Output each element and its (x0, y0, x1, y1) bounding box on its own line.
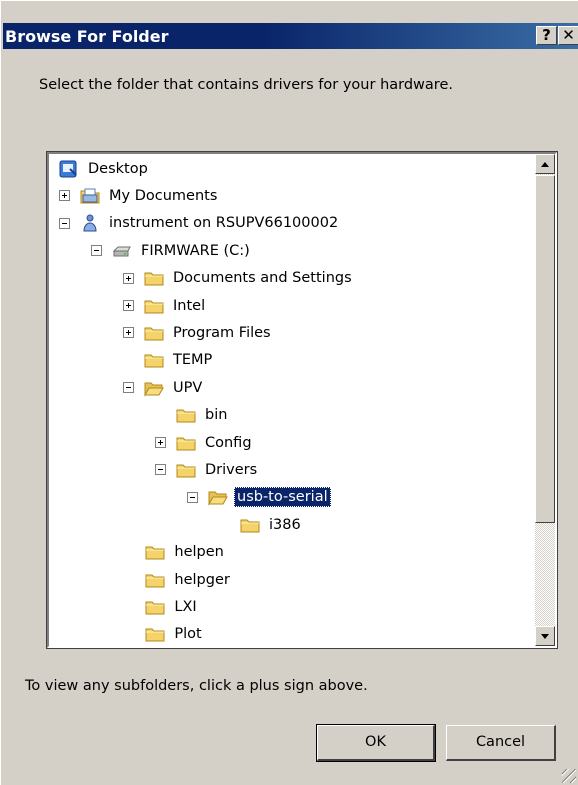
browse-for-folder-dialog: Browse For Folder ? ✕ Select the folder … (0, 0, 578, 785)
vertical-scrollbar[interactable] (535, 154, 555, 646)
tree-item[interactable]: instrument on RSUPV66100002 (59, 210, 341, 237)
scroll-thumb[interactable] (535, 175, 555, 523)
tree-item-label: TEMP (173, 352, 213, 369)
folder-icon (176, 461, 196, 479)
collapse-minus-icon[interactable] (91, 245, 102, 257)
drive-icon (112, 242, 132, 260)
user-computer-icon (80, 214, 100, 232)
tree-item[interactable]: i386 (219, 511, 304, 538)
folder-icon (144, 324, 164, 342)
tree-item[interactable]: LXI (145, 593, 199, 620)
collapse-minus-icon[interactable] (187, 491, 198, 503)
tree-item-label: Desktop (88, 160, 148, 177)
collapse-minus-icon[interactable] (155, 464, 166, 476)
tree-item-label: Program Files (173, 324, 271, 341)
folder-icon (145, 598, 165, 616)
hint-text: To view any subfolders, click a plus sig… (25, 678, 368, 694)
close-button[interactable]: ✕ (558, 26, 578, 45)
tree-item[interactable]: Plot (145, 621, 204, 646)
tree-item[interactable]: Documents and Settings (123, 265, 355, 292)
collapse-minus-icon[interactable] (59, 217, 70, 229)
cancel-button[interactable]: Cancel (446, 725, 556, 761)
tree-item-label: My Documents (109, 187, 218, 204)
instruction-text: Select the folder that contains drivers … (39, 77, 453, 93)
folder-icon (144, 269, 164, 287)
folder-open-icon (144, 379, 164, 397)
ok-button[interactable]: OK (316, 724, 436, 762)
expand-plus-icon[interactable] (59, 190, 70, 202)
tree-item-label: usb-to-serial (234, 487, 331, 508)
tree-item[interactable]: Config (155, 429, 255, 456)
tree-item[interactable]: Desktop (59, 155, 151, 182)
tree-item[interactable]: helpen (145, 539, 226, 566)
folder-icon (145, 571, 165, 589)
scroll-up-arrow-icon (541, 162, 549, 167)
tree-item-label: bin (205, 407, 228, 424)
title-bar[interactable]: Browse For Folder ? ✕ (3, 23, 578, 49)
tree-item-label: Config (205, 434, 252, 451)
folder-icon (176, 434, 196, 452)
dialog-title: Browse For Folder (5, 27, 169, 46)
expand-plus-icon[interactable] (123, 327, 134, 339)
help-button[interactable]: ? (536, 26, 557, 45)
tree-item[interactable]: Program Files (123, 319, 274, 346)
tree-item[interactable]: My Documents (59, 182, 220, 209)
folder-icon (145, 543, 165, 561)
folder-icon (176, 406, 196, 424)
tree-item-label: i386 (269, 516, 301, 533)
tree-item-label: Documents and Settings (173, 270, 352, 287)
resize-grip[interactable] (562, 769, 576, 783)
folder-icon (240, 516, 260, 534)
tree-item-label: FIRMWARE (C:) (141, 242, 250, 259)
scroll-up-button[interactable] (535, 154, 555, 174)
tree-item-label: UPV (173, 379, 203, 396)
folder-tree[interactable]: Desktop My Documents instrument on RSUPV66… (46, 151, 558, 649)
desktop-icon (59, 160, 79, 178)
folder-icon (144, 297, 164, 315)
tree-item-label: instrument on RSUPV66100002 (109, 215, 339, 232)
scroll-down-button[interactable] (535, 626, 555, 646)
tree-item-label: helpen (174, 544, 224, 561)
tree-item[interactable]: usb-to-serial (187, 484, 331, 511)
tree-item[interactable]: Intel (123, 292, 208, 319)
collapse-minus-icon[interactable] (123, 382, 134, 394)
folder-open-icon (208, 488, 228, 507)
my-documents-icon (80, 187, 100, 205)
expand-plus-icon[interactable] (123, 272, 134, 284)
tree-item[interactable]: Drivers (155, 456, 260, 483)
folder-icon (145, 625, 165, 643)
expand-plus-icon[interactable] (123, 300, 134, 311)
folder-icon (144, 351, 164, 369)
tree-item-label: Drivers (205, 461, 258, 478)
scroll-down-arrow-icon (541, 634, 549, 639)
expand-plus-icon[interactable] (155, 437, 166, 448)
tree-item[interactable]: UPV (123, 374, 205, 401)
tree-item[interactable]: FIRMWARE (C:) (91, 237, 253, 264)
tree-item-label: Intel (173, 297, 206, 314)
tree-item[interactable]: bin (155, 402, 230, 429)
tree-item[interactable]: helpger (145, 566, 232, 593)
tree-item[interactable]: TEMP (123, 347, 215, 374)
tree-item-label: helpger (174, 571, 230, 588)
tree-item-label: Plot (174, 626, 202, 643)
tree-item-label: LXI (174, 598, 197, 615)
